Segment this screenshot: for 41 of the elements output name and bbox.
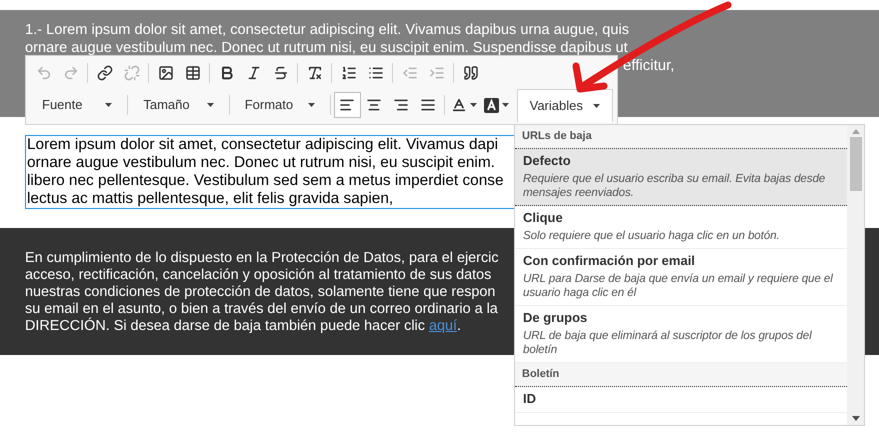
caret-icon [470, 103, 478, 107]
align-left-button[interactable] [334, 92, 361, 118]
align-right-icon [392, 97, 409, 113]
image-icon [158, 65, 174, 81]
table-icon [184, 65, 200, 81]
redo-icon [62, 65, 78, 81]
scrollbar[interactable] [847, 125, 864, 425]
italic-icon [246, 65, 262, 81]
menu-option[interactable]: Defecto Requiere que el usuario escriba su email. Evita bajas desde mensajes reenviados. [515, 149, 847, 206]
scroll-thumb[interactable] [850, 137, 862, 191]
clear-format-icon [306, 65, 322, 81]
quote-icon [462, 65, 478, 81]
highlight-color-icon [484, 98, 499, 112]
justify-icon [420, 97, 436, 113]
dropdown-select[interactable]: Fuente [30, 92, 124, 118]
align-center-icon [366, 97, 382, 113]
indent-icon [428, 65, 444, 81]
caret-icon [105, 103, 112, 107]
unlink-icon [124, 65, 140, 81]
scroll-down-icon[interactable] [852, 416, 860, 421]
dropdown-select[interactable]: Formato [232, 92, 328, 118]
menu-group-header: Boletín [515, 363, 847, 387]
footer-text: En cumplimiento de lo dispuesto en la Protección de Datos, para el ejercic acceso, rectificación, cancelación y oposición al tratamiento de sus datos nuestras condiciones de protección de datos, solamente tiene que respon su email en el asunto, o bien a través del envío de un correo ordinario a la DIRECCIÓN. Si desea darse de baja también puede hacer clic aquí. [25, 250, 499, 335]
bullet-list-icon [368, 65, 384, 81]
menu-group-header: URLs de baja [515, 125, 847, 149]
caret-icon [593, 104, 600, 108]
caret-icon [502, 103, 509, 107]
numbered-list-icon [340, 65, 356, 81]
caret-icon [206, 103, 214, 107]
undo-icon [36, 65, 52, 81]
link-icon [96, 65, 112, 81]
header-text-fragment: efficitur, [623, 57, 674, 75]
text-color-icon [451, 97, 468, 113]
outdent-icon [402, 65, 418, 81]
dropdown-select[interactable]: Tamaño [131, 92, 226, 118]
variables-dropdown[interactable]: Variables [516, 89, 613, 122]
caret-icon [308, 103, 316, 107]
strikethrough-icon [272, 65, 288, 81]
menu-option[interactable]: ID [515, 387, 847, 413]
align-left-icon [339, 97, 356, 113]
unsubscribe-link[interactable]: aquí [428, 318, 457, 334]
